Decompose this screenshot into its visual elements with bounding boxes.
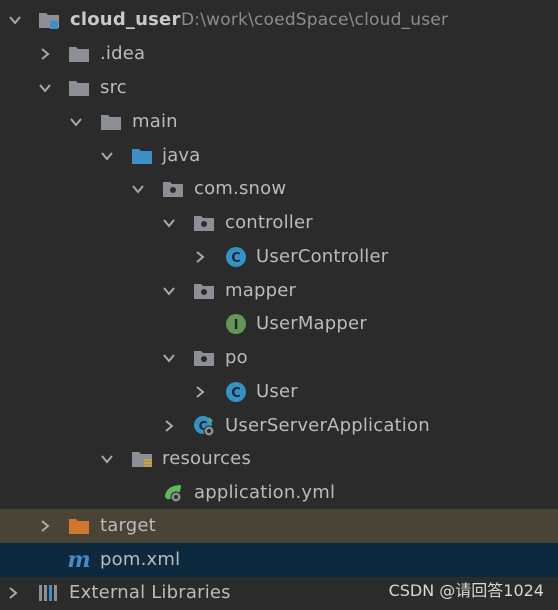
tree-row-target[interactable]: target: [0, 509, 558, 543]
folder-icon: [100, 111, 122, 133]
module-folder-icon: [38, 9, 60, 31]
tree-label: application.yml: [194, 482, 336, 503]
tree-row-com-snow[interactable]: com.snow: [0, 172, 558, 206]
chevron-right-icon[interactable]: [5, 585, 21, 601]
chevron-right-icon[interactable]: [37, 518, 53, 534]
chevron-down-icon[interactable]: [68, 114, 84, 130]
chevron-right-icon[interactable]: [161, 418, 177, 434]
project-name: cloud_user: [70, 9, 181, 30]
excluded-folder-icon: [68, 515, 90, 537]
tree-label: po: [225, 347, 248, 368]
chevron-down-icon[interactable]: [130, 181, 146, 197]
package-icon: [193, 280, 215, 302]
tree-label: .idea: [100, 43, 146, 64]
spring-boot-class-icon: C: [193, 415, 215, 437]
chevron-down-icon[interactable]: [37, 80, 53, 96]
tree-label: main: [132, 111, 178, 132]
svg-text:C: C: [231, 386, 241, 401]
chevron-right-icon[interactable]: [192, 384, 208, 400]
tree-label: java: [162, 145, 201, 166]
tree-row-user[interactable]: C User: [0, 375, 558, 409]
svg-text:m: m: [68, 549, 90, 571]
folder-icon: [68, 77, 90, 99]
chevron-down-icon[interactable]: [99, 451, 115, 467]
interface-icon: I: [225, 313, 247, 335]
chevron-down-icon[interactable]: [161, 215, 177, 231]
package-icon: [193, 212, 215, 234]
spring-config-icon: [162, 482, 184, 504]
tree-label: src: [100, 77, 127, 98]
folder-icon: [68, 43, 90, 65]
tree-row-src[interactable]: src: [0, 71, 558, 105]
tree-label: com.snow: [194, 178, 287, 199]
tree-row-cloud-user[interactable]: cloud_user D:\work\coedSpace\cloud_user: [0, 3, 558, 37]
project-path: D:\work\coedSpace\cloud_user: [181, 10, 449, 30]
class-icon: C: [225, 246, 247, 268]
source-folder-icon: [131, 145, 153, 167]
tree-label: controller: [225, 212, 313, 233]
resources-folder-icon: [131, 448, 153, 470]
tree-row-mapper[interactable]: mapper: [0, 274, 558, 308]
chevron-down-icon[interactable]: [7, 12, 23, 28]
tree-label: UserServerApplication: [225, 415, 430, 436]
tree-row-java[interactable]: java: [0, 139, 558, 173]
svg-text:C: C: [231, 251, 241, 266]
chevron-right-icon[interactable]: [192, 249, 208, 265]
tree-label: UserMapper: [256, 313, 367, 334]
tree-row-application-yml[interactable]: application.yml: [0, 476, 558, 510]
tree-row-user-server-application[interactable]: C UserServerApplication: [0, 409, 558, 443]
tree-label: UserController: [256, 246, 389, 267]
tree-label: resources: [162, 448, 252, 469]
tree-label: target: [100, 515, 156, 536]
tree-row-idea[interactable]: .idea: [0, 37, 558, 71]
maven-icon: m: [68, 549, 90, 571]
tree-label: External Libraries: [69, 582, 231, 603]
chevron-down-icon[interactable]: [99, 148, 115, 164]
libraries-icon: [37, 582, 59, 604]
tree-row-pom-xml[interactable]: m pom.xml: [0, 543, 558, 577]
tree-row-user-mapper[interactable]: I UserMapper: [0, 307, 558, 341]
svg-text:I: I: [234, 318, 239, 333]
tree-row-resources[interactable]: resources: [0, 442, 558, 476]
tree-label: User: [256, 381, 298, 402]
chevron-right-icon[interactable]: [37, 46, 53, 62]
tree-row-main[interactable]: main: [0, 105, 558, 139]
package-icon: [193, 347, 215, 369]
tree-label: mapper: [225, 280, 297, 301]
chevron-down-icon[interactable]: [161, 350, 177, 366]
package-icon: [162, 178, 184, 200]
tree-row-po[interactable]: po: [0, 341, 558, 375]
watermark: CSDN @请回答1024: [388, 581, 544, 600]
tree-row-controller[interactable]: controller: [0, 206, 558, 240]
chevron-down-icon[interactable]: [161, 283, 177, 299]
tree-label: pom.xml: [100, 549, 181, 570]
class-icon: C: [225, 381, 247, 403]
tree-row-user-controller[interactable]: C UserController: [0, 240, 558, 274]
